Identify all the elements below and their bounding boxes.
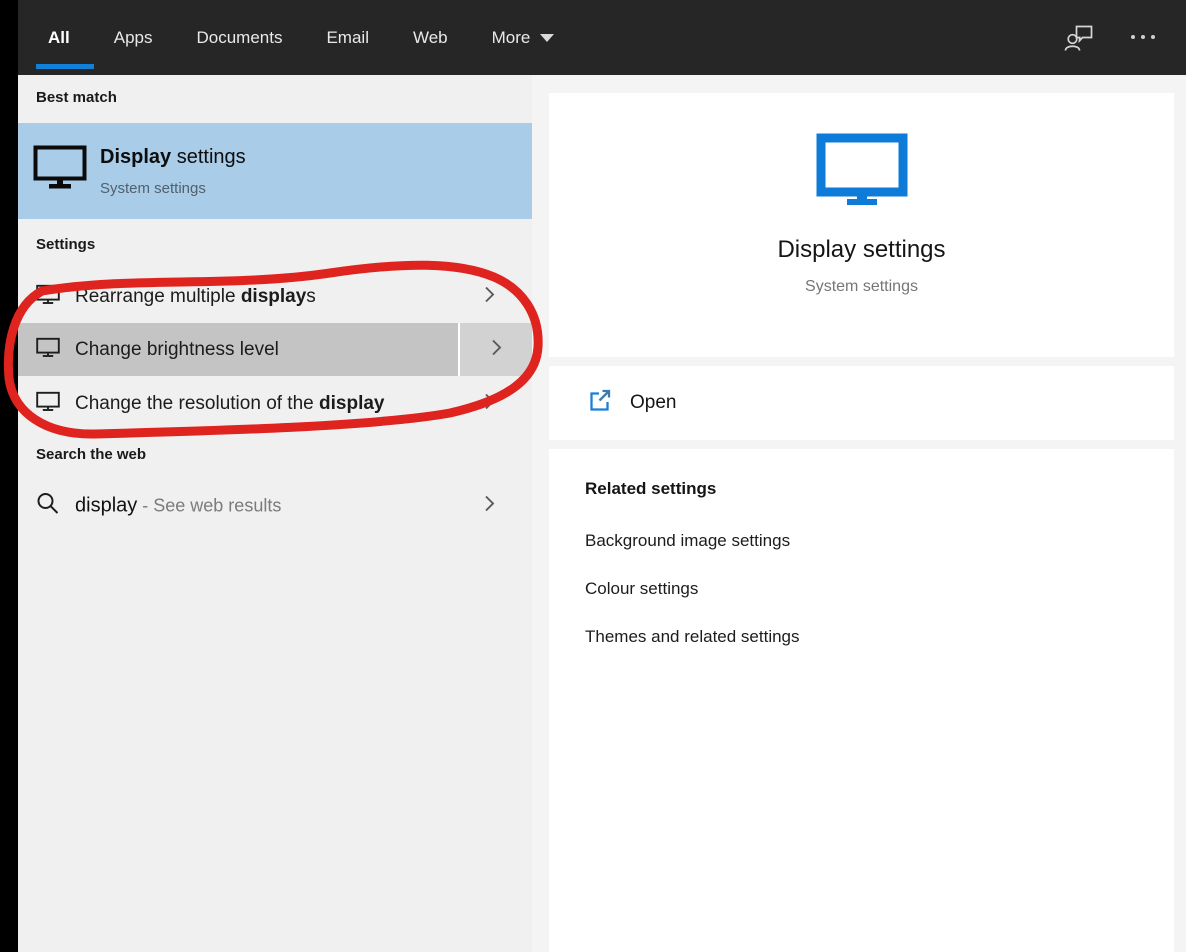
monitor-icon <box>36 337 60 363</box>
row-label-prefix: Change brightness level <box>75 339 279 360</box>
open-external-icon <box>587 388 613 419</box>
preview-subtitle: System settings <box>549 278 1174 296</box>
tab-web[interactable]: Web <box>413 28 448 48</box>
feedback-icon[interactable] <box>1064 22 1094 59</box>
tab-more-label: More <box>492 28 531 48</box>
chevron-down-icon <box>540 34 554 42</box>
filter-tabs: All Apps Documents Email Web More <box>48 0 554 75</box>
setting-row-rearrange-multiple-displays[interactable]: Rearrange multiple displays <box>18 270 532 323</box>
chevron-right-icon <box>484 392 495 416</box>
tab-apps[interactable]: Apps <box>114 28 153 48</box>
preview-title: Display settings <box>549 236 1174 264</box>
open-action-row[interactable]: Open <box>549 366 1174 440</box>
web-search-result-row[interactable]: display - See web results <box>18 478 532 534</box>
preview-panel: Display settings System settings Open Re… <box>532 75 1186 952</box>
row-label-prefix: Change the resolution of the <box>75 393 319 414</box>
best-match-subtitle: System settings <box>100 180 246 197</box>
monitor-icon <box>33 143 87 196</box>
results-panel: Best match Display settings System setti… <box>18 75 532 952</box>
ellipsis-icon[interactable] <box>1128 29 1160 47</box>
tab-more[interactable]: More <box>492 28 555 48</box>
tab-documents[interactable]: Documents <box>196 28 282 48</box>
open-action-label: Open <box>630 392 676 414</box>
related-item-colour-settings[interactable]: Colour settings <box>585 579 698 599</box>
best-match-title-rest: settings <box>171 146 245 168</box>
search-filter-bar: All Apps Documents Email Web More <box>0 0 1186 75</box>
related-settings-card: Related settings Background image settin… <box>549 449 1174 952</box>
monitor-icon <box>36 391 60 417</box>
expand-result-button[interactable] <box>460 323 532 376</box>
related-settings-header: Related settings <box>585 479 716 499</box>
settings-header: Settings <box>36 236 95 253</box>
row-label-suffix: s <box>306 286 316 307</box>
best-match-result-display-settings[interactable]: Display settings System settings <box>18 123 532 219</box>
related-item-background-image-settings[interactable]: Background image settings <box>585 531 790 551</box>
see-web-results-text: - See web results <box>137 496 281 516</box>
chevron-right-icon <box>491 338 502 362</box>
best-match-text: Display settings System settings <box>100 144 246 197</box>
search-icon <box>36 492 60 521</box>
tab-email[interactable]: Email <box>326 28 369 48</box>
row-label-bold: display <box>241 286 306 307</box>
search-results-window: All Apps Documents Email Web More <box>0 0 1186 952</box>
best-match-header: Best match <box>36 89 117 106</box>
search-the-web-header: Search the web <box>36 446 146 463</box>
setting-row-change-brightness-level[interactable]: Change brightness level <box>18 323 532 376</box>
related-item-themes-settings[interactable]: Themes and related settings <box>585 627 800 647</box>
chevron-right-icon <box>484 285 495 309</box>
monitor-icon <box>816 133 908 210</box>
preview-card: Display settings System settings <box>549 93 1174 357</box>
monitor-icon <box>36 284 60 310</box>
active-tab-indicator <box>36 64 94 69</box>
chevron-right-icon <box>484 494 495 518</box>
row-label-bold: display <box>319 393 384 414</box>
best-match-title-bold: Display <box>100 146 171 168</box>
setting-row-main-area[interactable]: Change brightness level <box>18 323 458 376</box>
row-label-prefix: Rearrange multiple <box>75 286 241 307</box>
web-query-text: display <box>75 495 137 517</box>
tab-all[interactable]: All <box>48 28 70 48</box>
left-edge-strip <box>0 0 18 952</box>
setting-row-change-resolution[interactable]: Change the resolution of the display <box>18 377 532 430</box>
